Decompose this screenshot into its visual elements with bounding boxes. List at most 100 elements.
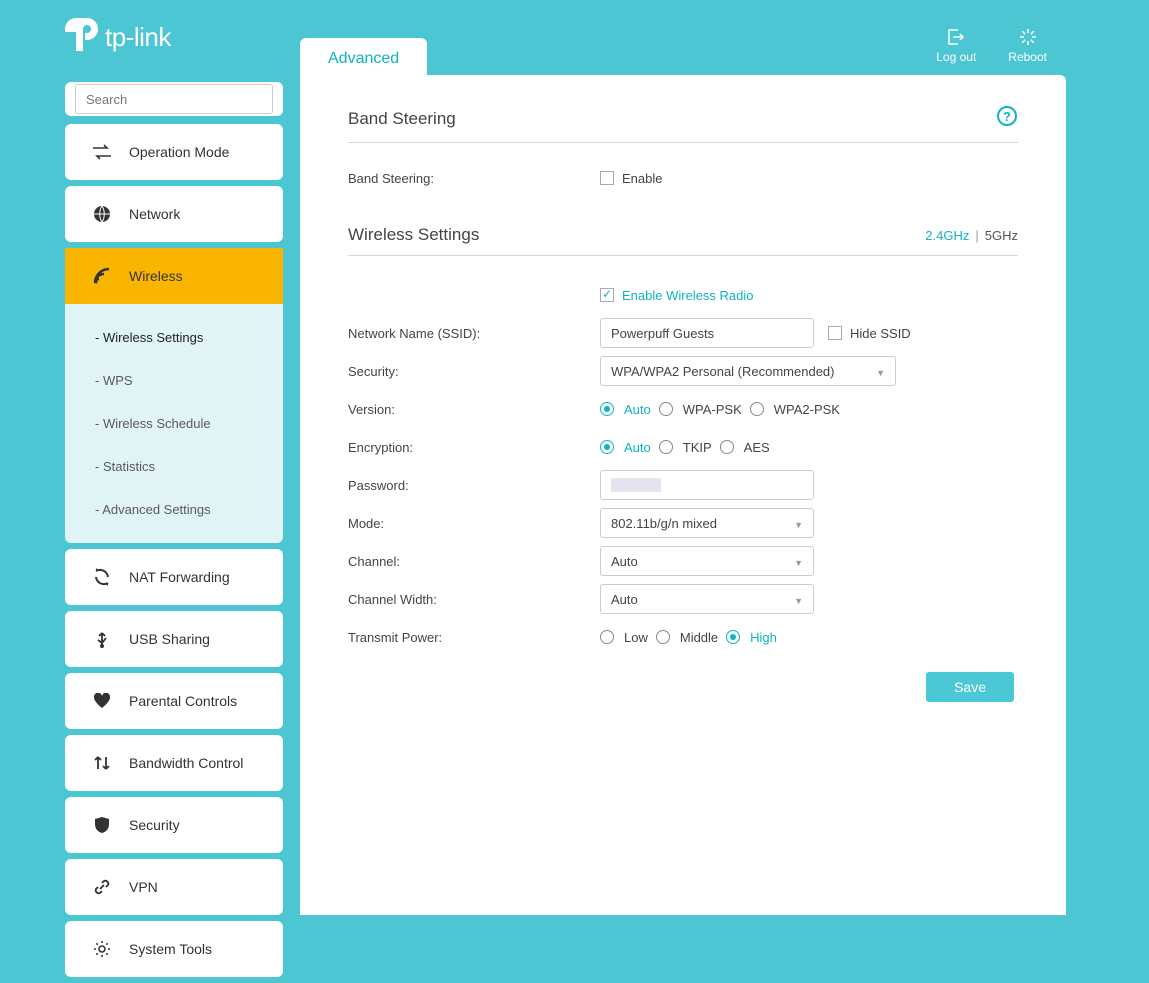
chevron-down-icon: [794, 516, 803, 531]
encryption-tkip[interactable]: TKIP: [659, 440, 712, 455]
radio-icon: [659, 440, 673, 454]
nav-label: Wireless: [129, 268, 183, 284]
radio-icon: [600, 630, 614, 644]
nav-label: USB Sharing: [129, 631, 210, 647]
main-content: Band Steering ? Band Steering: Enable Wi…: [300, 75, 1066, 915]
nav-label: System Tools: [129, 941, 212, 957]
reboot-label: Reboot: [1008, 50, 1047, 64]
reboot-button[interactable]: Reboot: [1008, 28, 1047, 64]
security-select[interactable]: WPA/WPA2 Personal (Recommended): [600, 356, 896, 386]
chevron-down-icon: [794, 592, 803, 607]
version-wpa[interactable]: WPA-PSK: [659, 402, 742, 417]
hide-ssid-checkbox[interactable]: [828, 326, 842, 340]
security-value: WPA/WPA2 Personal (Recommended): [611, 364, 834, 379]
nav-usb-sharing[interactable]: USB Sharing: [65, 611, 283, 667]
wireless-settings-heading: Wireless Settings: [348, 225, 479, 245]
logout-button[interactable]: Log out: [936, 28, 976, 64]
opt-label: AES: [744, 440, 770, 455]
enable-wireless-radio-checkbox[interactable]: [600, 288, 614, 302]
radio-icon: [720, 440, 734, 454]
ssid-input[interactable]: [600, 318, 814, 348]
subnav-wireless-settings[interactable]: - Wireless Settings: [65, 316, 283, 359]
band-5ghz[interactable]: 5GHz: [985, 228, 1018, 243]
channel-value: Auto: [611, 554, 638, 569]
mode-label: Mode:: [348, 516, 600, 531]
tab-advanced[interactable]: Advanced: [300, 38, 427, 80]
channel-width-value: Auto: [611, 592, 638, 607]
band-steering-checkbox[interactable]: [600, 171, 614, 185]
nav-label: Network: [129, 206, 180, 222]
shield-icon: [91, 816, 113, 834]
chevron-down-icon: [794, 554, 803, 569]
refresh-icon: [91, 568, 113, 586]
gear-icon: [91, 940, 113, 958]
search-input[interactable]: [75, 84, 273, 114]
nav-system-tools[interactable]: System Tools: [65, 921, 283, 977]
brand-logo: tp-link: [65, 18, 171, 58]
help-icon[interactable]: ?: [996, 105, 1018, 132]
nav-vpn[interactable]: VPN: [65, 859, 283, 915]
channel-width-select[interactable]: Auto: [600, 584, 814, 614]
mode-select[interactable]: 802.11b/g/n mixed: [600, 508, 814, 538]
radio-icon: [656, 630, 670, 644]
transmit-low[interactable]: Low: [600, 630, 648, 645]
mode-value: 802.11b/g/n mixed: [611, 516, 717, 531]
wifi-icon: [91, 267, 113, 285]
nav-label: Parental Controls: [129, 693, 237, 709]
search-box[interactable]: [65, 82, 283, 116]
link-icon: [91, 878, 113, 896]
opt-label: TKIP: [683, 440, 712, 455]
transmit-power-label: Transmit Power:: [348, 630, 600, 645]
version-label: Version:: [348, 402, 600, 417]
channel-select[interactable]: Auto: [600, 546, 814, 576]
subnav-advanced-settings[interactable]: - Advanced Settings: [65, 488, 283, 531]
nav-label: Bandwidth Control: [129, 755, 243, 771]
band-steering-enable-text: Enable: [622, 171, 662, 186]
nav-network[interactable]: Network: [65, 186, 283, 242]
bandwidth-icon: [91, 754, 113, 772]
heart-icon: [91, 693, 113, 709]
password-mask: [611, 478, 661, 492]
wireless-subnav: - Wireless Settings - WPS - Wireless Sch…: [65, 304, 283, 543]
encryption-aes[interactable]: AES: [720, 440, 770, 455]
subnav-wireless-schedule[interactable]: - Wireless Schedule: [65, 402, 283, 445]
nav-parental-controls[interactable]: Parental Controls: [65, 673, 283, 729]
nav-bandwidth-control[interactable]: Bandwidth Control: [65, 735, 283, 791]
radio-icon: [750, 402, 764, 416]
logout-label: Log out: [936, 50, 976, 64]
nav-operation-mode[interactable]: Operation Mode: [65, 124, 283, 180]
opt-label: WPA-PSK: [683, 402, 742, 417]
opt-label: Auto: [624, 440, 651, 455]
svg-text:?: ?: [1003, 109, 1011, 124]
transmit-middle[interactable]: Middle: [656, 630, 718, 645]
nav-security[interactable]: Security: [65, 797, 283, 853]
band-toggle: 2.4GHz | 5GHz: [925, 228, 1018, 243]
opt-label: Low: [624, 630, 648, 645]
globe-icon: [91, 205, 113, 223]
opt-label: Auto: [624, 402, 651, 417]
transmit-high[interactable]: High: [726, 630, 777, 645]
radio-icon: [600, 402, 614, 416]
band-separator: |: [975, 228, 978, 243]
version-wpa2[interactable]: WPA2-PSK: [750, 402, 840, 417]
save-button[interactable]: Save: [926, 672, 1014, 702]
channel-width-label: Channel Width:: [348, 592, 600, 607]
nav-wireless[interactable]: Wireless: [65, 248, 283, 304]
password-input[interactable]: [600, 470, 814, 500]
subnav-wps[interactable]: - WPS: [65, 359, 283, 402]
opt-label: Middle: [680, 630, 718, 645]
encryption-auto[interactable]: Auto: [600, 440, 651, 455]
nav-nat-forwarding[interactable]: NAT Forwarding: [65, 549, 283, 605]
version-auto[interactable]: Auto: [600, 402, 651, 417]
subnav-statistics[interactable]: - Statistics: [65, 445, 283, 488]
chevron-down-icon: [876, 364, 885, 379]
tp-link-logo-icon: [65, 18, 99, 58]
tab-bar: Advanced: [300, 38, 427, 80]
encryption-label: Encryption:: [348, 440, 600, 455]
security-label: Security:: [348, 364, 600, 379]
nav-label: Security: [129, 817, 180, 833]
brand-text: tp-link: [105, 22, 171, 53]
ssid-label: Network Name (SSID):: [348, 326, 600, 341]
band-steering-label: Band Steering:: [348, 171, 600, 186]
band-24ghz[interactable]: 2.4GHz: [925, 228, 969, 243]
